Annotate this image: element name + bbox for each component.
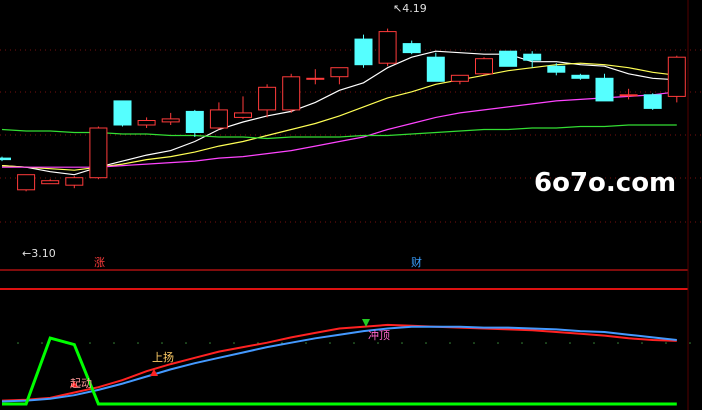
high-price-label: ↖4.19: [393, 2, 427, 15]
chart-canvas: [0, 0, 702, 410]
candle-body: [643, 94, 662, 109]
indicator-grid-dot: [161, 342, 163, 344]
candle-body: [65, 177, 84, 186]
indicator-grid-dot: [353, 342, 355, 344]
indicator-grid-dot: [689, 342, 691, 344]
top-signal-label: 冲顶: [368, 329, 390, 342]
start-signal-label: 起动: [70, 377, 92, 390]
indicator-grid-dot: [521, 342, 523, 344]
signal-cai-label: 财: [411, 256, 422, 269]
indicator-grid-dot: [473, 342, 475, 344]
indicator-panel: [1, 319, 677, 406]
indicator-grid-dot: [425, 342, 427, 344]
indicator-line: [1, 325, 677, 403]
indicator-grid-dot: [497, 342, 499, 344]
indicator-grid-dot: [617, 342, 619, 344]
indicator-grid-dot: [305, 342, 307, 344]
candle-body: [547, 65, 566, 73]
start-signal-line: [2, 336, 677, 406]
indicator-grid-dot: [377, 342, 379, 344]
indicator-grid-dot: [209, 342, 211, 344]
candle-body: [41, 180, 60, 185]
candle-body: [475, 58, 493, 75]
indicator-grid-dot: [89, 342, 91, 344]
indicator-grid-dot: [185, 342, 187, 344]
candle-body: [426, 56, 445, 82]
signal-zhang-label: 涨: [94, 256, 105, 269]
candlestick-series: [0, 28, 686, 192]
candle-body: [523, 53, 542, 61]
candle-body: [209, 109, 228, 129]
candle-body: [330, 67, 349, 78]
indicator-grid-dot: [641, 342, 643, 344]
candle-body: [258, 86, 277, 111]
indicator-grid-dot: [329, 342, 331, 344]
candle-body: [0, 157, 11, 161]
indicator-grid-dot: [449, 342, 451, 344]
indicator-grid-dot: [113, 342, 115, 344]
candle-body: [450, 74, 469, 82]
candle-body: [571, 74, 590, 79]
candle-body: [667, 56, 686, 97]
candle-body: [402, 43, 421, 54]
candle-body: [234, 112, 252, 118]
indicator-grid-dot: [17, 342, 19, 344]
candle-body: [17, 174, 36, 191]
low-price-label: ←3.10: [22, 247, 56, 260]
watermark: 6o7o.com: [534, 168, 677, 198]
candle-body: [113, 100, 132, 126]
candle-body: [89, 127, 108, 179]
candle-body: [185, 110, 204, 134]
indicator-grid-dot: [665, 342, 667, 344]
candle-body: [378, 31, 397, 64]
candle-body: [499, 50, 518, 67]
candle-body: [306, 77, 325, 80]
candle-body: [595, 77, 614, 102]
rise-signal-label: 上扬: [152, 351, 174, 364]
candle-body: [619, 94, 638, 97]
indicator-grid-dot: [401, 342, 403, 344]
candle-body: [354, 38, 373, 66]
indicator-grid-dot: [569, 342, 571, 344]
indicator-grid-dot: [137, 342, 139, 344]
candle-body: [282, 76, 301, 111]
candle-body: [161, 118, 180, 123]
indicator-grid-dot: [233, 342, 235, 344]
indicator-grid-dot: [41, 342, 43, 344]
chart-grid: [0, 0, 702, 410]
candle-body: [137, 120, 156, 126]
indicator-grid-dot: [545, 342, 547, 344]
indicator-grid-dot: [593, 342, 595, 344]
